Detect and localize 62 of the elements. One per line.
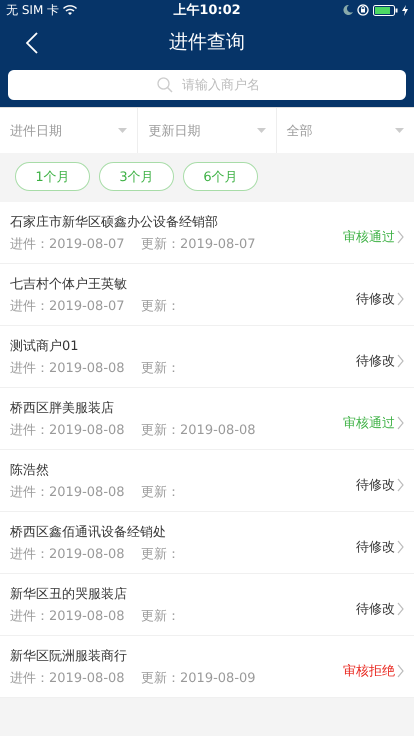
merchant-row[interactable]: 陈浩然 进件：2019-08-08 更新： 待修改 [0,450,414,512]
merchant-name: 新华区丑的哭服装店 [10,586,128,602]
submitted-date: 进件：2019-08-08 [10,546,126,562]
merchant-name: 测试商户01 [10,338,80,354]
status-text: 待修改 [356,352,395,370]
status-text: 待修改 [356,476,395,494]
carrier-text: 无 SIM 卡 [6,2,60,18]
dropdown-caret-icon [118,128,128,133]
updated-date: 更新： [141,298,180,314]
merchant-row[interactable]: 新华区丑的哭服装店 进件：2019-08-08 更新： 待修改 [0,574,414,636]
submitted-date: 进件：2019-08-08 [10,670,126,686]
clock-text: 上午10:02 [173,2,241,19]
merchant-name: 石家庄市新华区硕鑫办公设备经销部 [10,214,219,230]
merchant-row[interactable]: 新华区阮洲服装商行 进件：2019-08-08 更新：2019-08-09 审核拒绝 [0,636,414,698]
merchant-row[interactable]: 测试商户01 进件：2019-08-08 更新： 待修改 [0,326,414,388]
merchant-name: 新华区阮洲服装商行 [10,648,128,664]
submitted-date: 进件：2019-08-07 [10,236,126,252]
submitted-date: 进件：2019-08-08 [10,360,126,376]
status-text: 待修改 [356,600,395,618]
battery-icon [373,4,398,16]
updated-date: 更新： [141,608,180,624]
merchant-row[interactable]: 七吉村个体户王英敏 进件：2019-08-07 更新： 待修改 [0,264,414,326]
lock-icon [357,4,370,16]
status-text: 审核拒绝 [343,662,395,680]
chevron-right-icon [397,540,404,554]
search-icon [157,77,173,93]
status-text: 待修改 [356,538,395,556]
status-text: 审核通过 [343,414,395,432]
merchant-name: 七吉村个体户王英敏 [10,276,128,292]
back-icon[interactable] [26,32,38,54]
wifi-icon [63,4,78,16]
dropdown-caret-icon [256,128,266,133]
submitted-date: 进件：2019-08-08 [10,422,126,438]
page-title: 进件查询 [169,30,245,55]
merchant-name: 桥西区胖美服装店 [10,400,115,416]
merchant-name: 陈浩然 [10,462,50,478]
chevron-right-icon [397,602,404,616]
merchant-row[interactable]: 桥西区鑫佰通讯设备经销处 进件：2019-08-08 更新： 待修改 [0,512,414,574]
submitted-date: 进件：2019-08-08 [10,484,126,500]
search-field[interactable]: 请输入商户名 [8,70,406,100]
charging-icon [402,4,408,16]
chevron-right-icon [397,478,404,492]
updated-date: 更新： [141,484,180,500]
status-text: 审核通过 [343,228,395,246]
submitted-date: 进件：2019-08-07 [10,298,126,314]
merchant-name: 桥西区鑫佰通讯设备经销处 [10,524,167,540]
chevron-right-icon [397,292,404,306]
merchant-row[interactable]: 石家庄市新华区硕鑫办公设备经销部 进件：2019-08-07 更新：2019-08-07 审核通过 [0,202,414,264]
chevron-right-icon [397,664,404,678]
chevron-right-icon [397,230,404,244]
updated-date: 更新： [141,360,180,376]
status-text: 待修改 [356,290,395,308]
moon-icon [343,5,354,15]
updated-date: 更新：2019-08-08 [141,422,256,438]
updated-date: 更新：2019-08-07 [141,236,256,252]
submitted-date: 进件：2019-08-08 [10,608,126,624]
updated-date: 更新：2019-08-09 [141,670,256,686]
merchant-row[interactable]: 桥西区胖美服装店 进件：2019-08-08 更新：2019-08-08 审核通过 [0,388,414,450]
updated-date: 更新： [141,546,180,562]
chevron-right-icon [397,416,404,430]
dropdown-caret-icon [394,128,404,133]
chevron-right-icon [397,354,404,368]
